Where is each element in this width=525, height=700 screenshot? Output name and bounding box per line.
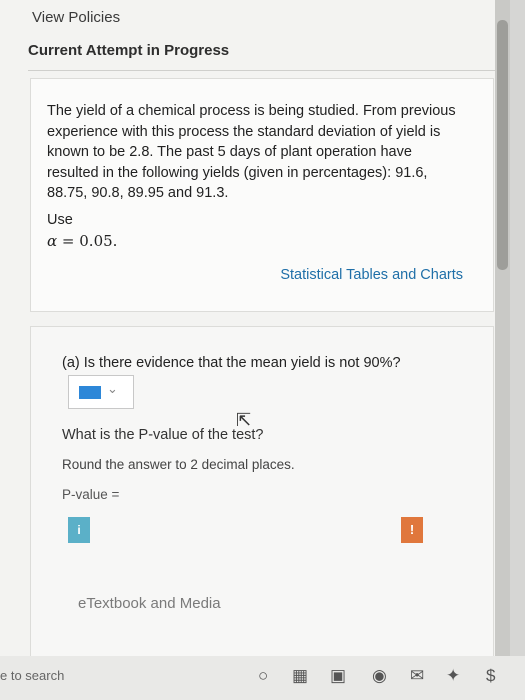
- round-instruction: Round the answer to 2 decimal places.: [62, 457, 295, 472]
- scroll-thumb[interactable]: [497, 20, 508, 270]
- cortana-circle-icon[interactable]: ○: [258, 666, 268, 686]
- chevron-down-icon: ⌄: [107, 381, 118, 396]
- view-policies-link[interactable]: View Policies: [32, 9, 120, 26]
- app-s-icon[interactable]: $: [486, 666, 495, 686]
- info-icon[interactable]: i: [68, 517, 90, 543]
- taskbar-search[interactable]: e to search: [0, 668, 64, 683]
- quiz-page: View Policies Current Attempt in Progres…: [0, 0, 510, 658]
- app-icon[interactable]: ◉: [372, 666, 387, 686]
- etextbook-media-link[interactable]: eTextbook and Media: [78, 595, 221, 612]
- alpha-value: α = 0.05.: [47, 232, 117, 250]
- pvalue-input[interactable]: [121, 483, 455, 507]
- dropdown-selected-value: [79, 386, 101, 399]
- answer-dropdown[interactable]: ⌄: [68, 375, 134, 409]
- attempt-status: Current Attempt in Progress: [28, 42, 230, 59]
- question-text: The yield of a chemical process is being…: [47, 103, 456, 201]
- question-card: The yield of a chemical process is being…: [30, 78, 494, 312]
- dropbox-icon[interactable]: ✦: [446, 666, 460, 686]
- scrollbar[interactable]: [495, 0, 510, 656]
- store-icon[interactable]: ▣: [330, 666, 346, 686]
- alpha-number: = 0.05.: [61, 232, 118, 250]
- statistical-tables-link[interactable]: Statistical Tables and Charts: [280, 267, 463, 283]
- pvalue-label: P-value =: [62, 487, 120, 502]
- taskbar: e to search ○ ▦ ▣ ◉ ✉ ✦ $: [0, 656, 525, 700]
- pvalue-question: What is the P-value of the test?: [62, 427, 264, 443]
- task-view-icon[interactable]: ▦: [292, 666, 308, 686]
- divider: [28, 70, 498, 71]
- warning-icon[interactable]: !: [401, 517, 423, 543]
- mail-icon[interactable]: ✉: [410, 666, 424, 686]
- use-label: Use: [47, 212, 73, 228]
- part-a-prompt: (a) Is there evidence that the mean yiel…: [62, 355, 401, 371]
- alpha-symbol: α: [47, 232, 58, 250]
- part-a-card: (a) Is there evidence that the mean yiel…: [30, 326, 494, 658]
